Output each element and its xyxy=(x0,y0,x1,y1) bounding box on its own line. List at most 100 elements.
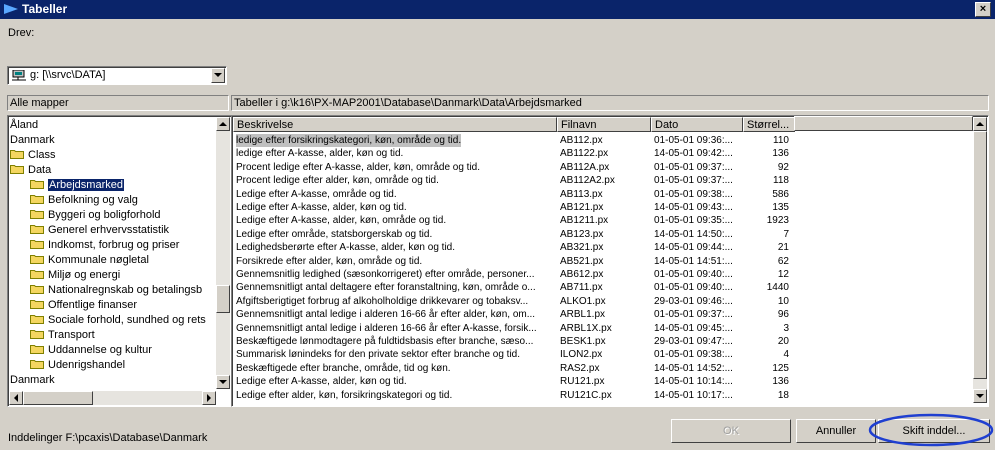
date-cell: 14-05-01 09:44:... xyxy=(654,242,733,254)
size-cell: 135 xyxy=(772,202,789,213)
filename-cell: BESK1.px xyxy=(560,336,606,347)
description-cell: Gennemsnitlig ledighed (sæsonkorrigeret)… xyxy=(236,269,535,280)
tables-vertical-scrollbar[interactable] xyxy=(973,117,987,403)
table-row[interactable]: Procent ledige efter A-kasse, alder, køn… xyxy=(233,161,971,174)
ok-button[interactable]: OK xyxy=(671,419,791,443)
column-header-filler xyxy=(794,116,973,131)
scroll-down-button[interactable] xyxy=(216,375,230,389)
date-cell: 14-05-01 09:43:... xyxy=(654,202,733,213)
folder-tree-item[interactable]: Indkomst, forbrug og priser xyxy=(30,239,179,252)
folder-tree-item[interactable]: Åland xyxy=(10,119,38,132)
arrow-right-icon xyxy=(206,394,211,402)
filename-cell: AB321.px xyxy=(560,242,604,254)
drive-select[interactable]: g: [\\srvc\DATA] xyxy=(7,66,227,85)
table-row[interactable]: Gennemsnitligt antal ledige i alderen 16… xyxy=(233,322,971,335)
size-cell: 586 xyxy=(772,188,789,200)
folder-tree-item[interactable]: Transport xyxy=(30,329,95,342)
folder-tree-item[interactable]: Danmark xyxy=(10,374,55,387)
table-row[interactable]: Ledige efter område, statsborgerskab og … xyxy=(233,228,971,241)
size-cell: 1440 xyxy=(766,282,789,294)
column-header[interactable]: Dato xyxy=(651,117,743,132)
size-cell: 7 xyxy=(783,228,789,240)
table-row[interactable]: Procent ledige efter alder, køn, område … xyxy=(233,174,971,187)
folder-tree-item[interactable]: Arbejdsmarked xyxy=(30,179,124,192)
date-cell: 01-05-01 09:40:... xyxy=(654,282,733,294)
table-row[interactable]: Ledige efter A-kasse, område og tid. AB11… xyxy=(233,188,971,201)
table-row[interactable]: Ledige efter A-kasse, alder, køn og tid.… xyxy=(233,375,971,388)
description-cell: Summarisk lønindeks for den private sekt… xyxy=(236,349,521,361)
table-row[interactable]: Ledige efter alder, køn, forsikringskate… xyxy=(233,389,971,402)
folder-tree-item[interactable]: Miljø og energi xyxy=(30,269,120,282)
tables-scroll-thumb[interactable] xyxy=(973,131,987,379)
table-row[interactable]: Beskæftigede lønmodtagere på fuldtidsbas… xyxy=(233,335,971,348)
table-row[interactable]: Afgiftsberigtiget forbrug af alkoholhold… xyxy=(233,295,971,308)
folder-tree-item[interactable]: Byggeri og boligforhold xyxy=(30,209,161,222)
folder-tree[interactable]: Åland Danmark Class Data Arbejdsmarked Befolk… xyxy=(7,115,232,407)
scroll-up-button[interactable] xyxy=(216,117,230,131)
scroll-thumb[interactable] xyxy=(216,285,230,313)
folder-tree-item[interactable]: Data xyxy=(10,164,51,177)
table-row[interactable]: ledige efter forsikringskategori, køn, o… xyxy=(233,134,971,147)
horizontal-scroll-thumb[interactable] xyxy=(23,391,93,405)
tables-scroll-down-button[interactable] xyxy=(973,389,987,403)
folder-tree-item[interactable]: Kommunale nøgletal xyxy=(30,254,149,267)
table-row[interactable]: Ledige efter A-kasse, alder, køn og tid.… xyxy=(233,201,971,214)
folder-icon xyxy=(30,210,44,219)
table-row[interactable]: Ledige efter A-kasse, alder, køn, område… xyxy=(233,214,971,227)
folder-icon xyxy=(30,330,44,339)
filename-cell: ARBL1X.px xyxy=(560,322,612,334)
filename-cell: ARBL1.px xyxy=(560,309,606,321)
tables-list[interactable]: Beskrivelse Filnavn Dato Størrel... ledige … xyxy=(231,115,989,407)
folder-tree-item[interactable]: Sociale forhold, sundhed og rets xyxy=(30,314,206,327)
folder-tree-item[interactable]: Uddannelse og kultur xyxy=(30,344,152,357)
description-cell: Beskæftigede efter branche, område, tid … xyxy=(236,362,451,374)
folder-tree-item[interactable]: Danmark xyxy=(10,134,55,147)
table-row[interactable]: Ledighedsberørte efter A-kasse, alder, k… xyxy=(233,241,971,254)
column-header[interactable]: Størrel... xyxy=(743,117,795,132)
folder-icon xyxy=(30,270,44,279)
folder-tree-item[interactable]: Udenrigshandel xyxy=(30,359,125,372)
folder-tree-item[interactable]: Generel erhvervsstatistik xyxy=(30,224,169,237)
date-cell: 29-03-01 09:47:... xyxy=(654,336,733,347)
tree-vertical-scrollbar[interactable] xyxy=(216,117,230,389)
cancel-button[interactable]: Annuller xyxy=(796,419,876,443)
description-cell: Ledige efter område, statsborgerskab og … xyxy=(236,228,433,240)
table-row[interactable]: ledige efter A-kasse, alder, køn og tid.… xyxy=(233,147,971,160)
date-cell: 01-05-01 09:38:... xyxy=(654,188,733,200)
column-header[interactable]: Filnavn xyxy=(557,117,651,132)
table-row[interactable]: Forsikrede efter alder, køn, område og t… xyxy=(233,255,971,268)
folder-tree-item[interactable]: Nationalregnskab og betalingsb xyxy=(30,284,202,297)
date-cell: 14-05-01 10:14:... xyxy=(654,376,733,388)
size-cell: 136 xyxy=(772,148,789,160)
table-row[interactable]: Summarisk lønindeks for den private sekt… xyxy=(233,348,971,361)
date-cell: 14-05-01 14:52:... xyxy=(654,362,733,374)
folder-tree-item[interactable]: Befolkning og valg xyxy=(30,194,138,207)
table-row[interactable]: Gennemsnitligt antal ledige i alderen 16… xyxy=(233,308,971,321)
window-title: Tabeller xyxy=(22,2,68,16)
date-cell: 14-05-01 14:50:... xyxy=(654,228,733,240)
description-cell: Ledige efter A-kasse, alder, køn og tid. xyxy=(236,202,407,213)
folder-tree-item[interactable]: Offentlige finanser xyxy=(30,299,137,312)
scroll-left-button[interactable] xyxy=(9,391,23,405)
folder-tree-item[interactable]: Class xyxy=(10,149,56,162)
all-folders-header: Alle mapper xyxy=(7,95,229,111)
annotation-ellipse xyxy=(868,413,994,447)
filename-cell: AB121.px xyxy=(560,202,604,213)
description-cell: Ledige efter A-kasse, område og tid. xyxy=(236,188,397,200)
date-cell: 14-05-01 10:17:... xyxy=(654,389,733,401)
description-cell: ledige efter forsikringskategori, køn, o… xyxy=(236,134,462,147)
table-row[interactable]: Beskæftigede efter branche, område, tid … xyxy=(233,362,971,375)
table-row[interactable]: Gennemsnitlig ledighed (sæsonkorrigeret)… xyxy=(233,268,971,281)
filename-cell: AB112A.px xyxy=(560,161,610,173)
date-cell: 01-05-01 09:40:... xyxy=(654,269,733,280)
drive-dropdown-button[interactable] xyxy=(211,68,225,83)
tables-scroll-up-button[interactable] xyxy=(973,117,987,131)
size-cell: 125 xyxy=(772,362,789,374)
table-row[interactable]: Gennemsnitligt antal deltagere efter for… xyxy=(233,281,971,294)
tree-horizontal-scrollbar[interactable] xyxy=(9,391,216,405)
close-button[interactable]: × xyxy=(975,2,991,17)
drive-label: Drev: xyxy=(8,27,35,39)
size-cell: 21 xyxy=(777,242,789,254)
column-header[interactable]: Beskrivelse xyxy=(233,117,557,132)
scroll-right-button[interactable] xyxy=(202,391,216,405)
